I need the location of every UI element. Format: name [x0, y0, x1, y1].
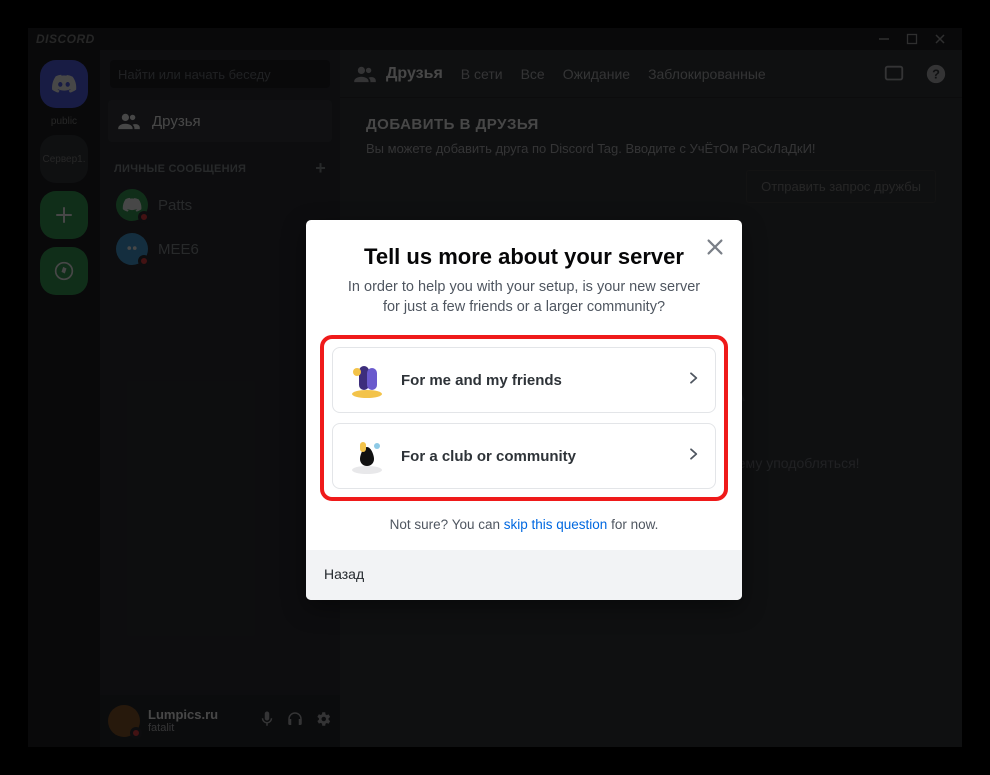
- community-option-icon: [347, 436, 387, 476]
- modal-subtitle: In order to help you with your setup, is…: [334, 278, 714, 317]
- modal-title: Tell us more about your server: [334, 244, 714, 270]
- chevron-right-icon: [685, 370, 701, 391]
- skip-line: Not sure? You can skip this question for…: [306, 509, 742, 550]
- back-button[interactable]: Назад: [324, 566, 364, 582]
- highlighted-options-group: For me and my friends For a club or comm…: [320, 335, 728, 501]
- option-for-community[interactable]: For a club or community: [332, 423, 716, 489]
- server-type-modal: Tell us more about your server In order …: [306, 220, 742, 600]
- modal-close-button[interactable]: [702, 234, 728, 260]
- skip-question-link[interactable]: skip this question: [504, 517, 608, 532]
- friends-option-icon: [347, 360, 387, 400]
- option-for-friends[interactable]: For me and my friends: [332, 347, 716, 413]
- app-frame: DISCORD public Сервер1.: [28, 28, 962, 747]
- chevron-right-icon: [685, 446, 701, 467]
- option-label: For a club or community: [401, 448, 671, 465]
- close-icon: [704, 236, 726, 258]
- option-label: For me and my friends: [401, 372, 671, 389]
